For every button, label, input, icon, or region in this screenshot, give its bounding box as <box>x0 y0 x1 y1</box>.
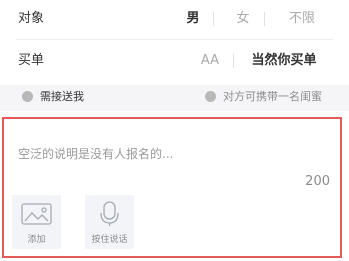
add-image-label: 添加 <box>27 235 46 245</box>
gender-option-any[interactable]: 不限 <box>286 0 318 38</box>
gender-label: 对象 <box>18 11 45 26</box>
option-pickup-label: 需接送我 <box>40 90 84 103</box>
row-separator <box>16 39 333 40</box>
description-placeholder[interactable]: 空泛的说明是没有人报名的... <box>18 145 173 162</box>
option-pickup[interactable]: 需接送我 <box>0 85 160 109</box>
add-image-button[interactable]: 添加 <box>12 195 61 249</box>
divider <box>233 54 234 68</box>
image-icon <box>21 203 52 225</box>
divider <box>264 12 265 26</box>
voice-record-button[interactable]: 按住说话 <box>85 195 134 249</box>
gender-option-male[interactable]: 男 <box>184 0 202 38</box>
radio-icon <box>22 91 33 102</box>
char-counter: 200 <box>305 174 330 189</box>
pay-option-aa[interactable]: AA <box>198 42 222 80</box>
gender-option-female[interactable]: 女 <box>234 0 252 38</box>
gender-row: 对象 男 女 不限 <box>0 0 349 38</box>
option-bring-friend-label: 对方可携带一名闺蜜 <box>223 90 322 103</box>
description-box[interactable]: 空泛的说明是没有人报名的... 200 添加 按住说话 <box>2 117 342 258</box>
pay-row: 买单 AA 当然你买单 <box>0 42 349 80</box>
divider <box>213 12 214 26</box>
microphone-icon <box>100 201 119 226</box>
extra-options-bar: 需接送我 对方可携带一名闺蜜 <box>0 85 349 111</box>
pay-label: 买单 <box>18 53 45 68</box>
pay-option-you-pay[interactable]: 当然你买单 <box>248 42 320 80</box>
radio-icon <box>205 91 216 102</box>
voice-record-label: 按住说话 <box>91 235 128 245</box>
option-bring-friend[interactable]: 对方可携带一名闺蜜 <box>195 85 345 109</box>
